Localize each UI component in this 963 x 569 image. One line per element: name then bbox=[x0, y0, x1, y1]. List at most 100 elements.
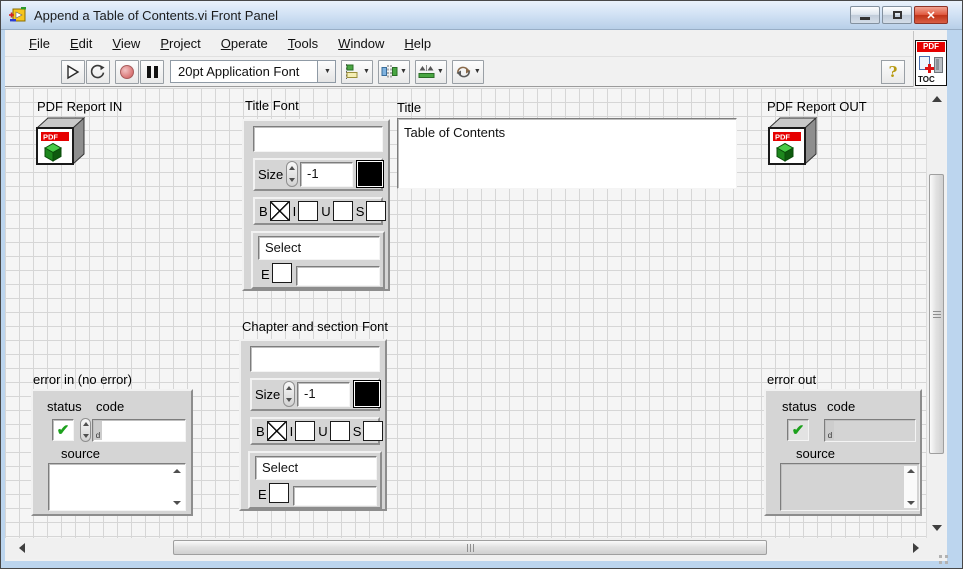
horizontal-scrollbar-strip bbox=[5, 538, 947, 559]
minimize-button[interactable] bbox=[850, 6, 880, 24]
radix-indicator: d bbox=[826, 421, 834, 440]
run-continuously-button[interactable] bbox=[86, 60, 110, 84]
e-checkbox[interactable] bbox=[272, 263, 292, 283]
underline-checkbox[interactable] bbox=[330, 421, 350, 441]
maximize-button[interactable] bbox=[882, 6, 912, 24]
select-subcluster: Select E bbox=[251, 231, 385, 289]
title-label: Title bbox=[397, 100, 421, 115]
window-title: Append a Table of Contents.vi Front Pane… bbox=[34, 8, 278, 23]
resize-grip[interactable] bbox=[939, 555, 942, 558]
toolbar-divider bbox=[913, 31, 914, 87]
font-name-field[interactable] bbox=[250, 346, 380, 372]
e-field[interactable] bbox=[293, 486, 377, 506]
abort-button[interactable] bbox=[115, 60, 139, 84]
vertical-scrollbar-thumb[interactable] bbox=[929, 174, 944, 454]
menu-window[interactable]: Window bbox=[328, 33, 394, 54]
size-field[interactable]: -1 bbox=[300, 162, 353, 187]
strikeout-checkbox[interactable] bbox=[366, 201, 386, 221]
pause-button[interactable] bbox=[140, 60, 164, 84]
scroll-up-button[interactable] bbox=[928, 90, 945, 107]
error-in-cluster: status code ✔ d0 source bbox=[31, 389, 193, 516]
source-scrollbar[interactable] bbox=[170, 466, 183, 508]
pdf-report-in-label: PDF Report IN bbox=[37, 99, 122, 114]
pdf-report-out-refnum-icon[interactable]: PDF bbox=[765, 115, 819, 167]
font-selector-dropdown-button[interactable]: ▼ bbox=[318, 60, 336, 83]
font-color-box[interactable] bbox=[353, 380, 381, 408]
vertical-scrollbar[interactable] bbox=[926, 88, 946, 538]
italic-checkbox[interactable] bbox=[295, 421, 315, 441]
bold-checkbox[interactable] bbox=[267, 421, 287, 441]
chevron-down-icon: ▼ bbox=[474, 68, 481, 75]
chevron-down-icon: ▼ bbox=[363, 68, 370, 75]
front-panel-canvas[interactable]: PDF Report IN PDF Title Font Size -1 B bbox=[5, 88, 926, 538]
scroll-right-button[interactable] bbox=[907, 539, 924, 556]
menu-edit[interactable]: Edit bbox=[60, 33, 102, 54]
help-button[interactable]: ? bbox=[881, 60, 905, 84]
labview-front-panel-window: Append a Table of Contents.vi Front Pane… bbox=[0, 0, 963, 569]
run-button[interactable] bbox=[61, 60, 85, 84]
chevron-down-icon: ▼ bbox=[437, 68, 444, 75]
e-label: E bbox=[258, 487, 267, 502]
close-button[interactable]: ✕ bbox=[914, 6, 948, 24]
vi-icon[interactable]: PDF TOC bbox=[915, 40, 947, 86]
scroll-down-button[interactable] bbox=[928, 519, 945, 536]
horizontal-scrollbar[interactable] bbox=[11, 538, 926, 558]
bold-checkbox[interactable] bbox=[270, 201, 290, 221]
size-increment-decrement[interactable] bbox=[286, 161, 298, 187]
reorder-dropdown[interactable]: ▼ bbox=[452, 60, 484, 84]
menu-bar: File Edit View Project Operate Tools Win… bbox=[5, 31, 913, 57]
select-subcluster: Select E bbox=[248, 451, 382, 509]
menu-view[interactable]: View bbox=[102, 33, 150, 54]
distribute-objects-dropdown[interactable]: ▼ bbox=[378, 60, 410, 84]
font-select-field[interactable]: Select bbox=[255, 456, 377, 480]
chevron-down-icon: ▼ bbox=[324, 68, 331, 75]
window-frame-right bbox=[947, 30, 962, 568]
pdf-report-in-refnum-icon[interactable]: PDF bbox=[33, 115, 87, 167]
e-field[interactable] bbox=[296, 266, 380, 286]
menu-help[interactable]: Help bbox=[394, 33, 441, 54]
toolbar: 20pt Application Font ▼ ▼ ▼ bbox=[5, 57, 913, 87]
italic-checkbox[interactable] bbox=[298, 201, 318, 221]
radix-indicator: d bbox=[94, 421, 102, 440]
status-led[interactable]: ✔ bbox=[52, 419, 74, 441]
size-row: Size -1 bbox=[250, 378, 380, 411]
font-select-field[interactable]: Select bbox=[258, 236, 380, 260]
menu-tools[interactable]: Tools bbox=[278, 33, 328, 54]
svg-text:PDF: PDF bbox=[43, 133, 58, 142]
close-icon: ✕ bbox=[926, 9, 935, 22]
menu-project[interactable]: Project bbox=[150, 33, 210, 54]
source-scrollbar[interactable] bbox=[904, 466, 917, 508]
e-checkbox[interactable] bbox=[269, 483, 289, 503]
font-selector[interactable]: 20pt Application Font bbox=[170, 60, 318, 83]
code-field[interactable]: d0 bbox=[92, 419, 186, 442]
strikeout-label: S bbox=[353, 424, 362, 439]
pdf-report-out-label: PDF Report OUT bbox=[767, 99, 867, 114]
horizontal-scrollbar-thumb[interactable] bbox=[173, 540, 767, 555]
scroll-down-icon bbox=[932, 525, 942, 531]
font-name-field[interactable] bbox=[253, 126, 383, 152]
menu-file[interactable]: File bbox=[19, 33, 60, 54]
style-checkbox-row: B I U S bbox=[250, 417, 380, 445]
titlebar[interactable]: Append a Table of Contents.vi Front Pane… bbox=[1, 1, 962, 30]
code-increment-decrement[interactable] bbox=[80, 418, 91, 442]
resize-objects-dropdown[interactable]: ▼ bbox=[415, 60, 447, 84]
underline-checkbox[interactable] bbox=[333, 201, 353, 221]
menu-operate[interactable]: Operate bbox=[211, 33, 278, 54]
underline-label: U bbox=[321, 204, 330, 219]
align-objects-dropdown[interactable]: ▼ bbox=[341, 60, 373, 84]
size-row: Size -1 bbox=[253, 158, 383, 191]
status-label: status bbox=[47, 399, 82, 414]
size-increment-decrement[interactable] bbox=[283, 381, 295, 407]
scroll-down-icon bbox=[173, 501, 181, 505]
source-label: source bbox=[61, 446, 100, 461]
size-field[interactable]: -1 bbox=[297, 382, 350, 407]
strikeout-checkbox[interactable] bbox=[363, 421, 383, 441]
source-field[interactable] bbox=[48, 463, 186, 511]
scroll-up-icon bbox=[173, 469, 181, 473]
pause-icon bbox=[147, 66, 158, 78]
font-color-box[interactable] bbox=[356, 160, 384, 188]
title-field[interactable]: Table of Contents bbox=[397, 118, 737, 189]
scroll-left-button[interactable] bbox=[13, 539, 30, 556]
chevron-down-icon: ▼ bbox=[400, 68, 407, 75]
scroll-up-icon bbox=[907, 469, 915, 473]
